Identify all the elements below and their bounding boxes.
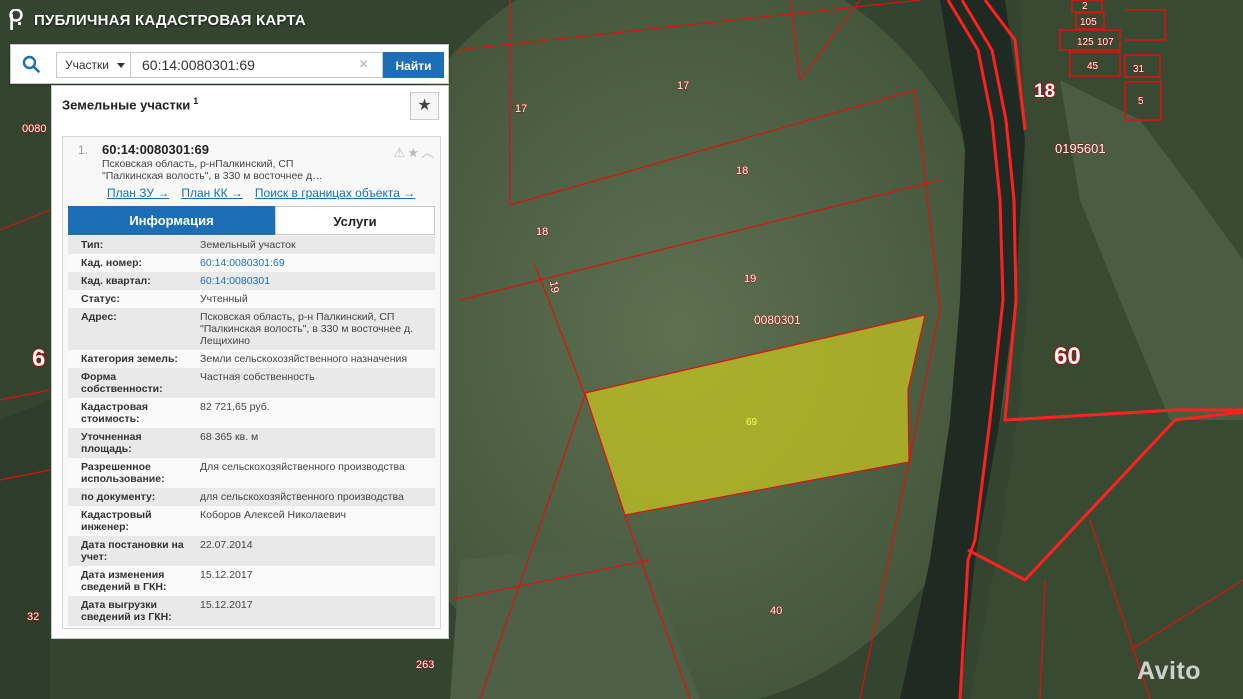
card-tabs: Информация Услуги xyxy=(68,206,435,235)
map-label: 263 xyxy=(416,659,434,671)
info-key: Дата изменения сведений в ГКН: xyxy=(81,569,167,593)
info-table: Тип: Земельный участок Кад. номер: 60:14:00… xyxy=(68,236,435,626)
avito-watermark: Avito xyxy=(1137,657,1202,685)
map-label: 0080301 xyxy=(754,313,801,327)
map-label: 17 xyxy=(515,103,527,115)
map-label: 0195601 xyxy=(1055,141,1106,156)
info-row: Тип: Земельный участок xyxy=(68,236,435,254)
info-row: Кад. номер: 60:14:0080301:69 xyxy=(68,254,435,272)
find-button[interactable]: Найти xyxy=(383,52,444,78)
info-row: Дата выгрузки сведений из ГКН: 15.12.2017 xyxy=(68,596,435,626)
map-label-large: 18 xyxy=(1034,81,1055,102)
top-bar: ПУБЛИЧНАЯ КАДАСТРОВАЯ КАРТА xyxy=(0,0,1243,40)
map-label: 18 xyxy=(536,226,548,238)
app-title: ПУБЛИЧНАЯ КАДАСТРОВАЯ КАРТА xyxy=(34,12,306,29)
results-header: Земельные участки 1 xyxy=(62,96,198,112)
plan-kk-link[interactable]: План КК → xyxy=(181,186,243,200)
info-key: Статус: xyxy=(81,293,120,305)
result-card: 1. 60:14:0080301:69 ⚠★︿ Псковская област… xyxy=(62,136,441,629)
info-key: Адрес: xyxy=(81,311,117,323)
rosreestr-logo-icon[interactable] xyxy=(9,9,25,31)
search-input[interactable] xyxy=(131,52,383,78)
tab-information[interactable]: Информация xyxy=(68,206,275,235)
info-value: Земли сельскохозяйственного назначения xyxy=(200,353,408,365)
info-key: Кадастровая стоимость: xyxy=(81,401,148,425)
info-row: Форма собственности: Частная собственност… xyxy=(68,368,435,398)
info-value: 15.12.2017 xyxy=(200,599,253,611)
info-value: 82 721,65 руб. xyxy=(200,401,270,413)
info-value: для сельскохозяйственного производства xyxy=(200,491,404,503)
map-label: 19 xyxy=(744,273,756,285)
info-key: Дата постановки на учет: xyxy=(81,539,184,563)
plan-zu-link[interactable]: План ЗУ → xyxy=(107,186,169,200)
map-label: 17 xyxy=(677,80,689,92)
info-row: Статус: Учтенный xyxy=(68,290,435,308)
info-row: Кадастровый инженер: Коборов Алексей Нико… xyxy=(68,506,435,536)
favorites-star-icon[interactable]: ★ xyxy=(410,92,439,120)
results-count: 1 xyxy=(193,96,199,106)
info-value: 68 365 кв. м xyxy=(200,431,259,443)
result-address-line: Псковская область, р-нПалкинский, СП xyxy=(102,158,294,170)
info-row: Кад. квартал: 60:14:0080301 xyxy=(68,272,435,290)
info-value: 15.12.2017 xyxy=(200,569,253,581)
info-row: Уточненная площадь: 68 365 кв. м xyxy=(68,428,435,458)
info-key: Тип: xyxy=(81,239,104,251)
result-address-line: "Палкинская волость", в 330 м восточнее … xyxy=(102,170,323,182)
results-header-title: Земельные участки xyxy=(62,97,191,113)
info-key: Уточненная площадь: xyxy=(81,431,142,455)
map-label-large: 6 xyxy=(32,345,45,372)
map-label: 19 xyxy=(547,280,561,294)
result-index: 1. xyxy=(78,143,89,157)
search-icon[interactable] xyxy=(22,55,40,73)
info-key: Разрешенное использование: xyxy=(81,461,165,485)
info-value: Частная собственность xyxy=(200,371,315,383)
info-key: Категория земель: xyxy=(81,353,178,365)
info-key: Кад. номер: xyxy=(81,257,143,269)
clear-icon[interactable]: × xyxy=(359,57,368,73)
chevron-down-icon xyxy=(117,63,125,68)
info-key: Дата выгрузки сведений из ГКН: xyxy=(81,599,172,623)
info-value: Коборов Алексей Николаевич xyxy=(200,509,347,521)
search-bar: Участки × Найти xyxy=(10,44,449,84)
info-value: 60:14:0080301:69 xyxy=(189,254,435,272)
map-label: 5 xyxy=(1138,96,1144,107)
search-in-bounds-link[interactable]: Поиск в границах объекта → xyxy=(255,186,415,200)
map-label-large: 60 xyxy=(1054,343,1081,370)
card-links: План ЗУ → План КК → Поиск в границах объек… xyxy=(107,186,427,200)
info-row: Кадастровая стоимость: 82 721,65 руб. xyxy=(68,398,435,428)
search-type-value: Участки xyxy=(65,58,109,72)
info-key: Форма собственности: xyxy=(81,371,163,395)
info-value-link[interactable]: 60:14:0080301:69 xyxy=(200,257,285,269)
info-value: Земельный участок xyxy=(200,239,296,251)
info-row: Разрешенное использование: Для сельскохоз… xyxy=(68,458,435,488)
info-value: 22.07.2014 xyxy=(200,539,253,551)
info-value: Для сельскохозяйственного производства xyxy=(200,461,405,473)
info-key: Кад. квартал: xyxy=(81,275,151,287)
info-row: по документу: для сельскохозяйственного п… xyxy=(68,488,435,506)
info-key: Кадастровый инженер: xyxy=(81,509,152,533)
info-value: Псковская область, р-н Палкинский, СП "П… xyxy=(200,311,414,347)
tab-services[interactable]: Услуги xyxy=(275,206,435,235)
info-value: Учтенный xyxy=(200,293,248,305)
parcel-label-69: 69 xyxy=(746,417,758,428)
info-value-link[interactable]: 60:14:0080301 xyxy=(200,275,270,287)
info-value: 60:14:0080301 xyxy=(189,272,435,290)
info-row: Категория земель: Земли сельскохозяйствен… xyxy=(68,350,435,368)
chevron-up-icon[interactable]: ︿ xyxy=(421,145,436,160)
map-label: 0080 xyxy=(22,123,46,135)
map-label: 40 xyxy=(770,605,782,617)
results-panel: Земельные участки 1 ★ 1. 60:14:0080301:69… xyxy=(51,85,449,639)
search-type-select[interactable]: Участки xyxy=(56,52,131,78)
info-key: по документу: xyxy=(81,491,156,503)
map-label: 45 xyxy=(1087,61,1099,72)
info-row: Адрес: Псковская область, р-н Палкинский,… xyxy=(68,308,435,350)
result-cad-number[interactable]: 60:14:0080301:69 xyxy=(102,142,209,157)
map-label: 32 xyxy=(27,611,39,623)
map-label: 31 xyxy=(1133,64,1145,75)
result-address: Псковская область, р-нПалкинский, СП "Па… xyxy=(102,158,402,182)
info-row: Дата постановки на учет: 22.07.2014 xyxy=(68,536,435,566)
map-label: 18 xyxy=(736,165,748,177)
info-row: Дата изменения сведений в ГКН: 15.12.2017 xyxy=(68,566,435,596)
star-icon[interactable]: ★ xyxy=(407,145,421,160)
